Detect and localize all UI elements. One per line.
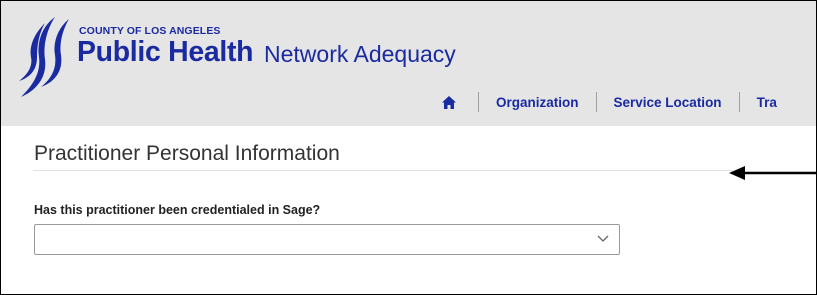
brand-name: Public Health [77,36,254,68]
arrow-left-icon [729,166,816,180]
credentialed-select[interactable] [34,224,620,255]
top-nav: Organization Service Location Tra [437,88,777,116]
app-title[interactable]: Network Adequacy [264,41,456,68]
nav-separator [478,92,479,112]
chevron-down-icon [597,235,609,242]
section-divider [33,170,733,171]
nav-separator [738,92,740,112]
nav-item-truncated[interactable]: Tra [757,95,777,110]
credentialed-label: Has this practitioner been credentialed … [34,203,321,217]
section-title: Practitioner Personal Information [34,142,340,165]
home-icon[interactable] [437,92,461,112]
nav-item-service-location[interactable]: Service Location [614,95,722,110]
la-public-health-logo [19,17,69,97]
app-window: COUNTY OF LOS ANGELES Public Health Netw… [0,0,817,295]
site-header: COUNTY OF LOS ANGELES Public Health Netw… [1,1,816,126]
nav-separator [595,92,597,112]
nav-item-organization[interactable]: Organization [496,95,579,110]
